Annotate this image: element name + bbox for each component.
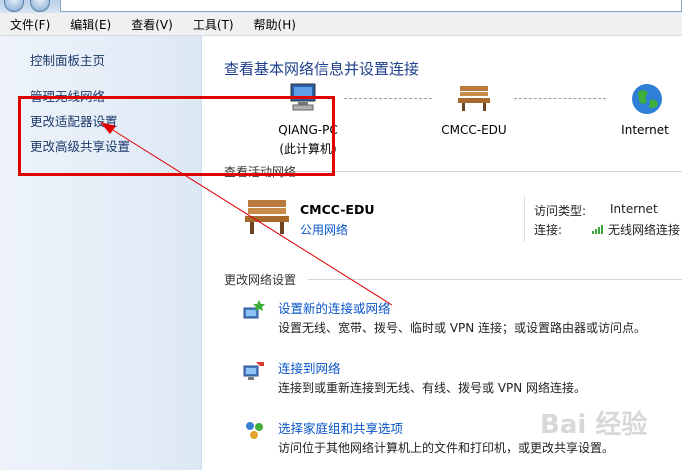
annotation-arrow (100, 122, 393, 306)
watermark: Bai 经验 (540, 410, 648, 440)
